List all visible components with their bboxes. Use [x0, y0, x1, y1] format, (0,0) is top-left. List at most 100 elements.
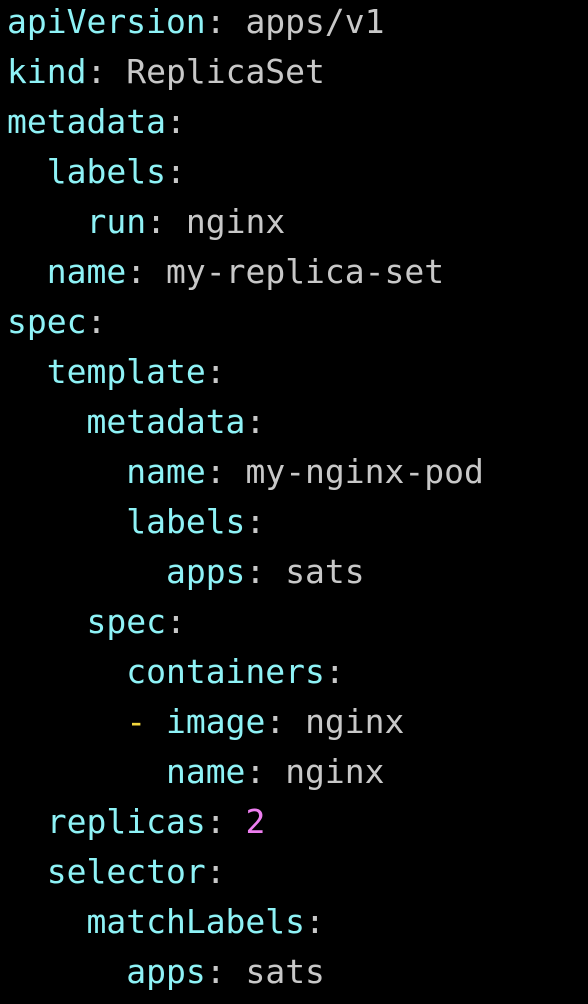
yaml-value: nginx	[305, 702, 405, 741]
colon: :	[86, 52, 107, 91]
yaml-key: name	[165, 752, 246, 791]
code-line: labels:	[7, 497, 484, 547]
code-line: selector:	[7, 847, 484, 897]
colon: :	[146, 202, 166, 241]
colon: :	[126, 252, 147, 291]
yaml-value: apps/v1	[245, 2, 385, 41]
colon: :	[205, 852, 226, 891]
list-dash: -	[126, 702, 147, 741]
code-line: apps: sats	[7, 947, 484, 997]
yaml-key: metadata	[86, 402, 246, 441]
code-line: - image: nginx	[7, 697, 484, 747]
code-line: apps: sats	[7, 547, 484, 597]
yaml-value: my-replica-set	[165, 252, 445, 291]
colon: :	[205, 2, 226, 41]
yaml-number-value: 2	[245, 802, 266, 841]
yaml-key: selector	[46, 852, 206, 891]
yaml-key: apps	[126, 952, 206, 991]
code-line: spec:	[7, 297, 484, 347]
code-line: matchLabels:	[7, 897, 484, 947]
code-line: replicas: 2	[7, 797, 484, 847]
code-line: spec:	[7, 597, 484, 647]
colon: :	[305, 902, 325, 941]
yaml-key: apiVersion	[7, 2, 206, 41]
yaml-value: my-nginx-pod	[245, 452, 484, 491]
colon: :	[205, 352, 226, 391]
colon: :	[324, 652, 345, 691]
code-line: template:	[7, 347, 484, 397]
yaml-key: replicas	[46, 802, 206, 841]
yaml-key: name	[126, 452, 206, 491]
code-editor: apiVersion: apps/v1 kind: ReplicaSet metad…	[0, 0, 588, 1004]
yaml-value: nginx	[185, 202, 286, 241]
colon: :	[245, 752, 266, 791]
yaml-key: run	[86, 202, 147, 241]
yaml-key: labels	[46, 152, 166, 191]
yaml-value: sats	[245, 952, 325, 991]
yaml-value: sats	[285, 552, 365, 591]
yaml-key: name	[46, 252, 127, 291]
yaml-code-block: apiVersion: apps/v1 kind: ReplicaSet metad…	[7, 0, 484, 997]
yaml-value: nginx	[285, 752, 385, 791]
colon: :	[205, 802, 226, 841]
yaml-key: spec	[7, 302, 87, 341]
code-line: metadata:	[7, 397, 484, 447]
colon: :	[245, 552, 266, 591]
yaml-key: image	[165, 702, 266, 741]
yaml-key: matchLabels	[86, 902, 306, 941]
colon: :	[165, 152, 186, 191]
colon: :	[265, 702, 286, 741]
yaml-key: metadata	[7, 102, 166, 141]
yaml-key: apps	[165, 552, 246, 591]
code-line: name: nginx	[7, 747, 484, 797]
code-line: name: my-replica-set	[7, 247, 484, 297]
colon: :	[165, 102, 186, 141]
code-line: containers:	[7, 647, 484, 697]
code-line: name: my-nginx-pod	[7, 447, 484, 497]
yaml-value: ReplicaSet	[126, 52, 325, 91]
yaml-key: labels	[126, 502, 246, 541]
code-line: kind: ReplicaSet	[7, 47, 484, 97]
colon: :	[245, 402, 266, 441]
colon: :	[245, 502, 266, 541]
colon: :	[205, 452, 226, 491]
colon: :	[205, 952, 226, 991]
code-line: labels:	[7, 147, 484, 197]
yaml-key: kind	[7, 52, 87, 91]
colon: :	[165, 602, 186, 641]
code-line: metadata:	[7, 97, 484, 147]
yaml-key: template	[46, 352, 206, 391]
yaml-key: containers	[126, 652, 325, 691]
code-line: run: nginx	[7, 197, 484, 247]
colon: :	[86, 302, 107, 341]
yaml-key: spec	[86, 602, 166, 641]
code-line: apiVersion: apps/v1	[7, 0, 484, 47]
